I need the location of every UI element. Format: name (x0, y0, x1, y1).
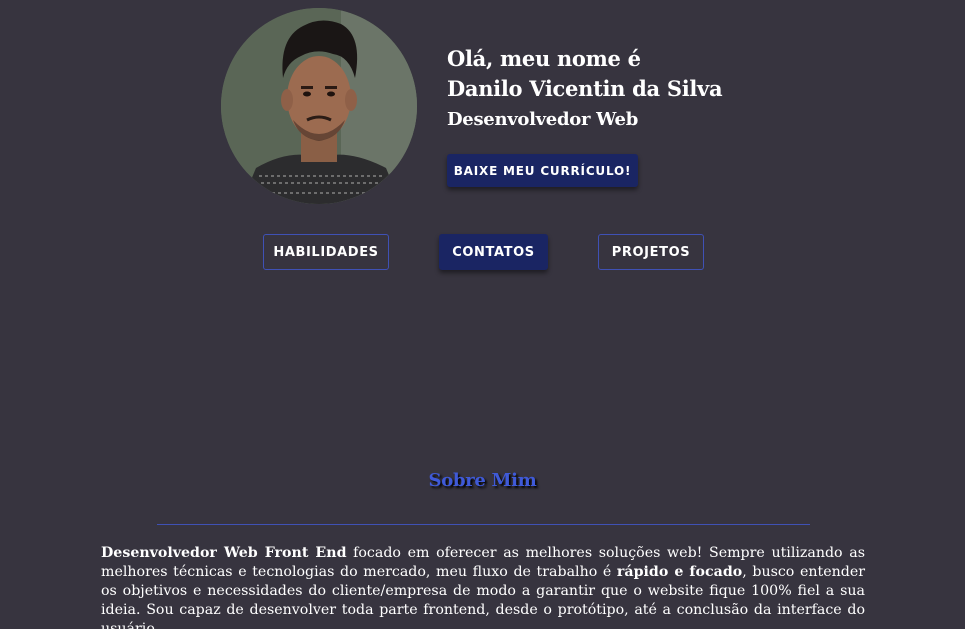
nav-habilidades-button[interactable]: HABILIDADES (263, 234, 389, 270)
about-highlight-role: Desenvolvedor Web Front End (101, 545, 347, 561)
about-highlight-workflow: rápido e focado (616, 564, 743, 580)
about-section-title: Sobre Mim (428, 470, 537, 491)
nav-projetos-button[interactable]: PROJETOS (598, 234, 704, 270)
about-divider (157, 524, 810, 525)
about-description: Desenvolvedor Web Front End focado em of… (101, 544, 865, 629)
profile-role: Desenvolvedor Web (447, 109, 638, 130)
profile-name: Danilo Vicentin da Silva (447, 76, 723, 101)
greeting-text: Olá, meu nome é (447, 46, 641, 71)
intro-block: Olá, meu nome é Danilo Vicentin da Silva… (447, 44, 723, 133)
portfolio-page: Olá, meu nome é Danilo Vicentin da Silva… (0, 0, 965, 629)
profile-photo (221, 8, 417, 204)
download-cv-button[interactable]: BAIXE MEU CURRÍCULO! (447, 154, 638, 187)
nav-contatos-button[interactable]: CONTATOS (439, 234, 548, 270)
